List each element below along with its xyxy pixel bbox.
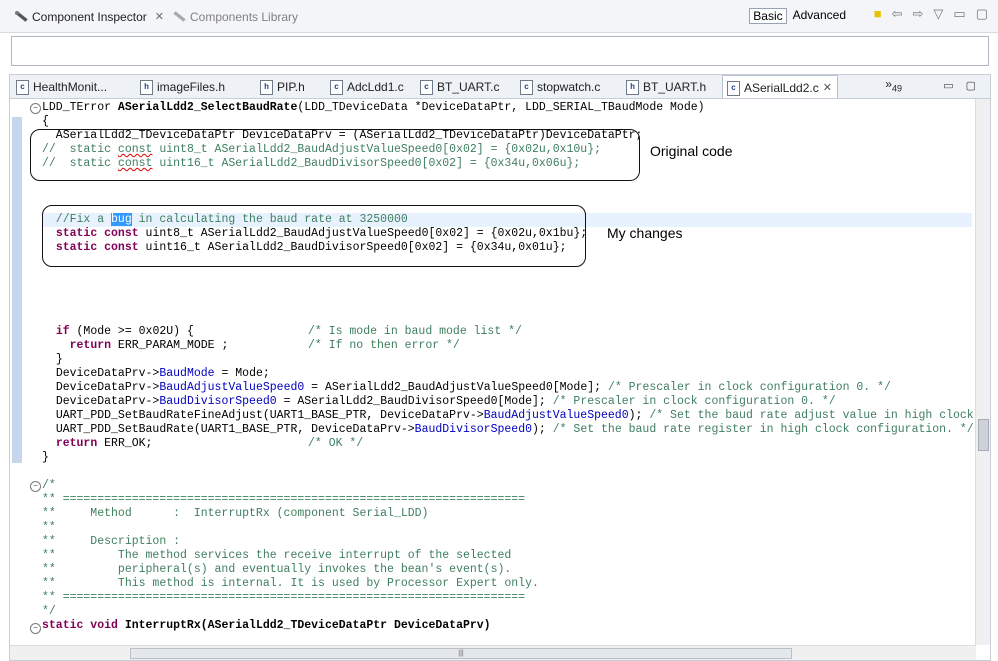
editor-tab-label: PIP.h <box>277 80 305 94</box>
minimize-icon[interactable]: ▭ <box>953 6 965 22</box>
code-line: ** =====================================… <box>42 591 526 604</box>
basic-button[interactable]: Basic <box>749 8 787 24</box>
code-line: static void InterruptRx(ASerialLdd2_TDev… <box>42 619 491 632</box>
editor-tab-label: HealthMonit... <box>33 80 108 94</box>
editor-tab-active[interactable]: c ASerialLdd2.c ✕ <box>722 75 838 100</box>
code-comment: /* OK */ <box>308 437 364 450</box>
code-line: UART_PDD_SetBaudRate(UART1_BASE_PTR, Dev… <box>55 423 974 436</box>
code-line: ** peripheral(s) and eventually invokes … <box>42 563 512 576</box>
c-file-icon: c <box>727 80 740 96</box>
note-icon[interactable]: ■ <box>874 6 882 22</box>
library-icon <box>173 11 186 22</box>
h-file-icon: h <box>260 79 273 95</box>
code-comment: /* Is mode in baud mode list */ <box>308 325 522 338</box>
code-line: } <box>55 353 63 366</box>
editor-tab[interactable]: h imageFiles.h <box>136 77 225 97</box>
original-code-note: Original code <box>650 143 733 159</box>
editor-tab[interactable]: h PIP.h <box>256 77 305 97</box>
code-line: ** =====================================… <box>42 493 526 506</box>
tab-components-library[interactable]: Components Library <box>172 6 298 28</box>
editor-tab[interactable]: c BT_UART.c <box>416 77 499 97</box>
tab-components-library-label: Components Library <box>190 10 299 24</box>
editor-tab-bar: c HealthMonit... h imageFiles.h h PIP.h c Ad… <box>9 74 991 100</box>
mode-toggle: Basic Advanced <box>749 8 848 24</box>
code-line: ** The method services the receive inter… <box>42 549 512 562</box>
horizontal-scrollbar[interactable]: ||| <box>10 645 976 660</box>
fold-toggle-icon[interactable]: − <box>30 103 41 114</box>
tab-overflow-button[interactable]: »49 <box>885 77 902 93</box>
editor-tab-label: BT_UART.h <box>643 80 707 94</box>
code-line: DeviceDataPrv->BaudMode = Mode; <box>55 367 270 380</box>
view-menu-icon[interactable]: ▽ <box>933 6 943 22</box>
changes-callout <box>42 205 586 267</box>
code-line: ** This method is internal. It is used b… <box>42 577 539 590</box>
code-line: ** <box>42 521 56 534</box>
fold-toggle-icon[interactable]: − <box>30 623 41 634</box>
code-line: } <box>42 451 49 464</box>
advanced-button[interactable]: Advanced <box>791 8 848 24</box>
code-line: ** Method : InterruptRx (component Seria… <box>42 507 429 520</box>
close-icon[interactable]: ✕ <box>155 6 164 28</box>
editor-tab[interactable]: c HealthMonit... <box>12 77 107 97</box>
code-line: UART_PDD_SetBaudRateFineAdjust(UART1_BAS… <box>55 409 991 422</box>
vertical-scrollbar[interactable] <box>975 99 990 645</box>
back-arrow-icon[interactable]: ⇦ <box>892 6 903 22</box>
code-line: if (Mode >= 0x02U) { <box>55 325 194 338</box>
editor-window-controls: ▭ ▢ <box>943 79 976 92</box>
c-file-icon: c <box>16 79 29 95</box>
c-file-icon: c <box>520 79 533 95</box>
code-line: return ERR_PARAM_MODE ; <box>69 339 229 352</box>
h-file-icon: h <box>626 79 639 95</box>
code-line: */ <box>42 605 56 618</box>
maximize-icon[interactable]: ▢ <box>966 79 976 92</box>
minimize-icon[interactable]: ▭ <box>943 79 953 92</box>
code-line: ** Description : <box>42 535 181 548</box>
c-file-icon: c <box>330 79 343 95</box>
code-line: /* <box>42 479 56 492</box>
code-editor[interactable]: − LDD_TError ASerialLdd2_SelectBaudRate(… <box>9 98 991 661</box>
original-code-callout <box>30 129 640 181</box>
view-toolbar: ■ ⇦ ⇨ ▽ ▭ ▢ <box>874 6 988 22</box>
editor-tab-label: ASerialLdd2.c <box>744 81 819 95</box>
inspector-toolbar: Component Inspector ✕ Components Library… <box>0 0 998 33</box>
inspector-filter-field[interactable] <box>11 36 989 66</box>
change-indicator <box>12 117 22 463</box>
code-line: { <box>42 115 49 128</box>
scroll-thumb[interactable] <box>978 419 989 451</box>
editor-tab[interactable]: h BT_UART.h <box>622 77 706 97</box>
code-line: DeviceDataPrv->BaudAdjustValueSpeed0 = A… <box>55 381 891 394</box>
tab-component-inspector[interactable]: Component Inspector ✕ <box>14 6 164 28</box>
close-icon[interactable]: ✕ <box>823 78 832 98</box>
c-file-icon: c <box>420 79 433 95</box>
editor-tab-label: stopwatch.c <box>537 80 601 94</box>
code-line: return ERR_OK; <box>55 437 153 450</box>
fold-toggle-icon[interactable]: − <box>30 481 41 492</box>
scroll-thumb[interactable]: ||| <box>130 648 792 659</box>
code-comment: /* If no then error */ <box>308 339 460 352</box>
editor-tab-label: BT_UART.c <box>437 80 500 94</box>
h-file-icon: h <box>140 79 153 95</box>
code-line: DeviceDataPrv->BaudDivisorSpeed0 = ASeri… <box>55 395 836 408</box>
editor-tab-label: AdcLdd1.c <box>347 80 404 94</box>
tab-overflow-count: 49 <box>891 83 902 94</box>
maximize-icon[interactable]: ▢ <box>976 6 988 22</box>
changes-note: My changes <box>607 225 683 241</box>
code-line: LDD_TError ASerialLdd2_SelectBaudRate(LD… <box>42 101 705 114</box>
forward-arrow-icon[interactable]: ⇨ <box>913 6 924 22</box>
editor-tab[interactable]: c stopwatch.c <box>516 77 600 97</box>
editor-tab[interactable]: c AdcLdd1.c <box>326 77 404 97</box>
editor-tab-label: imageFiles.h <box>157 80 226 94</box>
tab-component-inspector-label: Component Inspector <box>32 10 147 24</box>
inspector-icon <box>15 11 28 22</box>
